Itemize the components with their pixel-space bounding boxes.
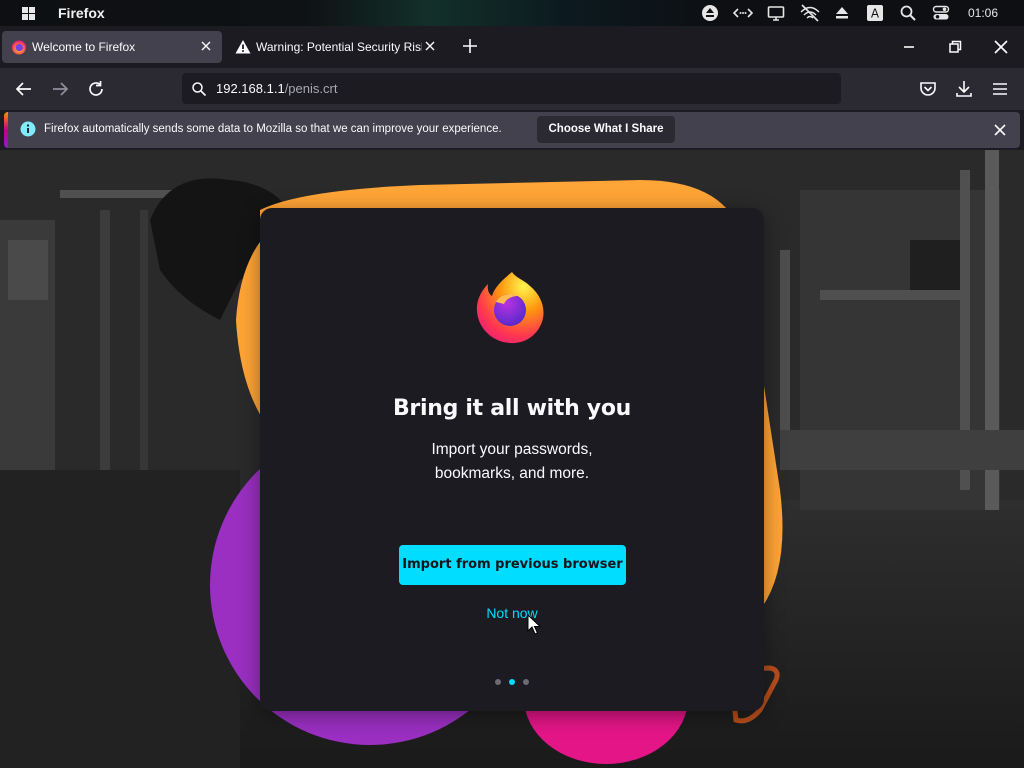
notification-accent-stripe: [4, 112, 8, 148]
os-app-name: Firefox: [58, 5, 105, 21]
firefox-icon: [12, 40, 26, 55]
step-indicator: [495, 679, 531, 687]
remote-code-icon[interactable]: [733, 4, 753, 22]
os-taskbar: Firefox A 01:06: [0, 0, 1024, 26]
tab-strip: Welcome to Firefox Warning: Potential Se…: [0, 26, 1024, 68]
search-icon[interactable]: [899, 4, 917, 22]
step-dot-2[interactable]: [509, 679, 515, 685]
close-tab-icon[interactable]: [198, 38, 214, 54]
choose-what-i-share-button[interactable]: Choose What I Share: [537, 116, 675, 143]
display-icon[interactable]: [767, 4, 785, 22]
info-icon: [20, 121, 36, 137]
tab-security-warning[interactable]: Warning: Potential Security Risk Ahead: [226, 31, 446, 63]
data-collection-notification: Firefox automatically sends some data to…: [4, 112, 1020, 148]
warning-icon: [235, 40, 251, 54]
hamburger-menu-icon[interactable]: [989, 78, 1011, 100]
import-from-previous-browser-button[interactable]: Import from previous browser: [399, 545, 626, 585]
notification-message: Firefox automatically sends some data to…: [44, 123, 502, 135]
navigation-toolbar: 192.168.1.1/penis.crt: [0, 68, 1024, 110]
onboarding-title: Bring it all with you: [392, 396, 632, 421]
search-icon: [192, 82, 207, 97]
close-window-icon[interactable]: [988, 34, 1014, 60]
reload-icon[interactable]: [85, 78, 107, 100]
toggle-settings-icon[interactable]: [932, 4, 950, 22]
tab-label: Welcome to Firefox: [32, 40, 136, 54]
step-dot-3[interactable]: [523, 679, 529, 685]
svg-text:A: A: [871, 7, 880, 21]
firefox-logo-icon: [476, 272, 544, 344]
minimize-window-icon[interactable]: [896, 34, 922, 60]
not-now-link[interactable]: Not now: [260, 605, 764, 621]
subtitle-line-2: bookmarks, and more.: [434, 465, 590, 482]
url-host: 192.168.1.1: [216, 81, 285, 96]
network-off-icon[interactable]: [800, 4, 820, 22]
eject-circle-icon[interactable]: [701, 4, 719, 22]
close-tab-icon[interactable]: [422, 38, 438, 54]
welcome-page: Bring it all with you Import your passwo…: [0, 150, 1024, 768]
close-notification-icon[interactable]: [991, 121, 1009, 139]
tab-label: Warning: Potential Security Risk Ahead: [256, 40, 422, 54]
system-clock: 01:06: [968, 6, 999, 20]
windows-start-icon[interactable]: [22, 7, 35, 20]
tab-welcome[interactable]: Welcome to Firefox: [2, 31, 222, 63]
subtitle-line-1: Import your passwords,: [431, 441, 593, 458]
forward-arrow-icon[interactable]: [49, 78, 71, 100]
mouse-pointer-icon: [527, 614, 541, 635]
new-tab-plus-icon[interactable]: [460, 36, 480, 56]
eject-icon[interactable]: [833, 4, 851, 22]
url-bar[interactable]: 192.168.1.1/penis.crt: [182, 73, 841, 104]
pocket-icon[interactable]: [917, 78, 939, 100]
onboarding-subtitle: Import your passwords, bookmarks, and mo…: [260, 438, 764, 486]
back-arrow-icon[interactable]: [13, 78, 35, 100]
onboarding-card: Bring it all with you Import your passwo…: [260, 208, 764, 711]
step-dot-1[interactable]: [495, 679, 501, 685]
restore-window-icon[interactable]: [942, 34, 968, 60]
url-path: /penis.crt: [284, 81, 338, 96]
keyboard-layout-icon[interactable]: A: [866, 4, 884, 22]
download-icon[interactable]: [953, 78, 975, 100]
url-text[interactable]: 192.168.1.1/penis.crt: [216, 81, 337, 96]
